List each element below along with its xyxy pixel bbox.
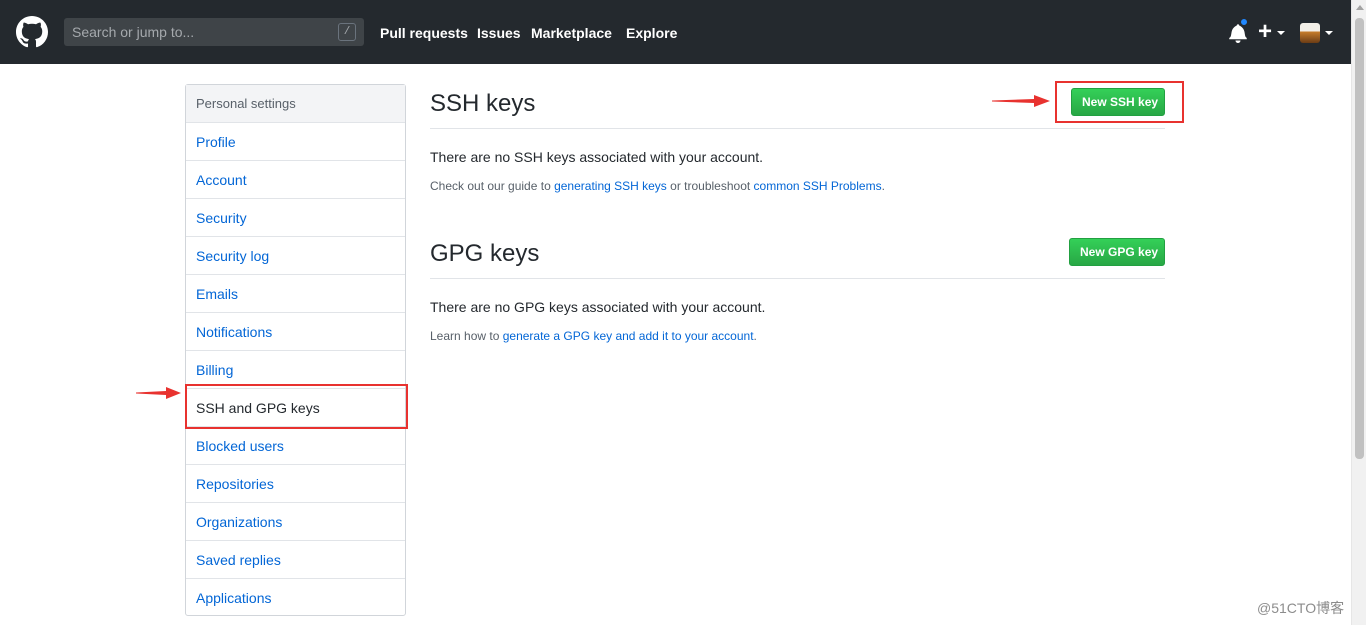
create-new-plus-icon[interactable]: + bbox=[1258, 18, 1272, 46]
page-scrollbar[interactable] bbox=[1351, 0, 1366, 625]
ssh-note-text: . bbox=[881, 179, 885, 193]
sidebar-item-profile[interactable]: Profile bbox=[186, 123, 405, 161]
annotation-highlight-ssh-button bbox=[1055, 81, 1184, 123]
nav-marketplace[interactable]: Marketplace bbox=[531, 24, 612, 42]
sidebar-item-account[interactable]: Account bbox=[186, 161, 405, 199]
gpg-note-text: Learn how to bbox=[430, 329, 503, 343]
nav-issues[interactable]: Issues bbox=[477, 24, 521, 42]
gpg-note-text: . bbox=[753, 329, 757, 343]
generating-ssh-keys-link[interactable]: generating SSH keys bbox=[554, 179, 667, 193]
ssh-section-divider bbox=[430, 128, 1165, 129]
settings-sidebar: Personal settings Profile Account Securi… bbox=[185, 84, 406, 616]
sidebar-item-notifications[interactable]: Notifications bbox=[186, 313, 405, 351]
ssh-note-text: Check out our guide to bbox=[430, 179, 555, 193]
search-shortcut-key: / bbox=[338, 23, 356, 41]
new-gpg-key-button[interactable]: New GPG key bbox=[1069, 238, 1165, 266]
sidebar-item-saved-replies[interactable]: Saved replies bbox=[186, 541, 405, 579]
scrollbar-thumb[interactable] bbox=[1355, 18, 1364, 459]
gpg-empty-message: There are no GPG keys associated with yo… bbox=[430, 299, 766, 315]
user-avatar[interactable] bbox=[1300, 23, 1320, 43]
create-menu-caret-icon[interactable] bbox=[1277, 31, 1285, 35]
sidebar-item-blocked-users[interactable]: Blocked users bbox=[186, 427, 405, 465]
sidebar-item-security[interactable]: Security bbox=[186, 199, 405, 237]
sidebar-item-repositories[interactable]: Repositories bbox=[186, 465, 405, 503]
scroll-up-arrow-icon[interactable] bbox=[1356, 5, 1364, 10]
unread-indicator bbox=[1239, 17, 1249, 27]
sidebar-item-applications[interactable]: Applications bbox=[186, 579, 405, 617]
gpg-section-divider bbox=[430, 278, 1165, 279]
watermark-text: @51CTO博客 bbox=[1257, 600, 1345, 616]
search-box[interactable]: / bbox=[64, 18, 364, 46]
nav-explore[interactable]: Explore bbox=[626, 24, 677, 42]
common-ssh-problems-link[interactable]: common SSH Problems bbox=[754, 179, 882, 193]
annotation-highlight-ssh-gpg-item bbox=[185, 384, 408, 429]
annotation-arrow-right-icon bbox=[992, 95, 1050, 107]
sidebar-item-emails[interactable]: Emails bbox=[186, 275, 405, 313]
annotation-arrow-right-icon bbox=[136, 387, 181, 399]
gpg-keys-title: GPG keys bbox=[430, 240, 540, 267]
generate-gpg-key-link[interactable]: generate a GPG key and add it to your ac… bbox=[503, 329, 754, 343]
search-input[interactable] bbox=[64, 18, 334, 46]
ssh-empty-message: There are no SSH keys associated with yo… bbox=[430, 149, 764, 165]
ssh-keys-title: SSH keys bbox=[430, 90, 536, 117]
sidebar-item-security-log[interactable]: Security log bbox=[186, 237, 405, 275]
github-logo-icon[interactable] bbox=[16, 16, 48, 48]
sidebar-heading: Personal settings bbox=[186, 85, 405, 123]
top-header: / Pull requests Issues Marketplace Explo… bbox=[0, 0, 1351, 64]
nav-pull-requests[interactable]: Pull requests bbox=[380, 24, 468, 42]
gpg-help-note: Learn how to generate a GPG key and add … bbox=[430, 328, 757, 344]
ssh-note-text: or troubleshoot bbox=[666, 179, 754, 193]
ssh-help-note: Check out our guide to generating SSH ke… bbox=[430, 178, 885, 194]
user-menu-caret-icon[interactable] bbox=[1325, 31, 1333, 35]
sidebar-item-organizations[interactable]: Organizations bbox=[186, 503, 405, 541]
